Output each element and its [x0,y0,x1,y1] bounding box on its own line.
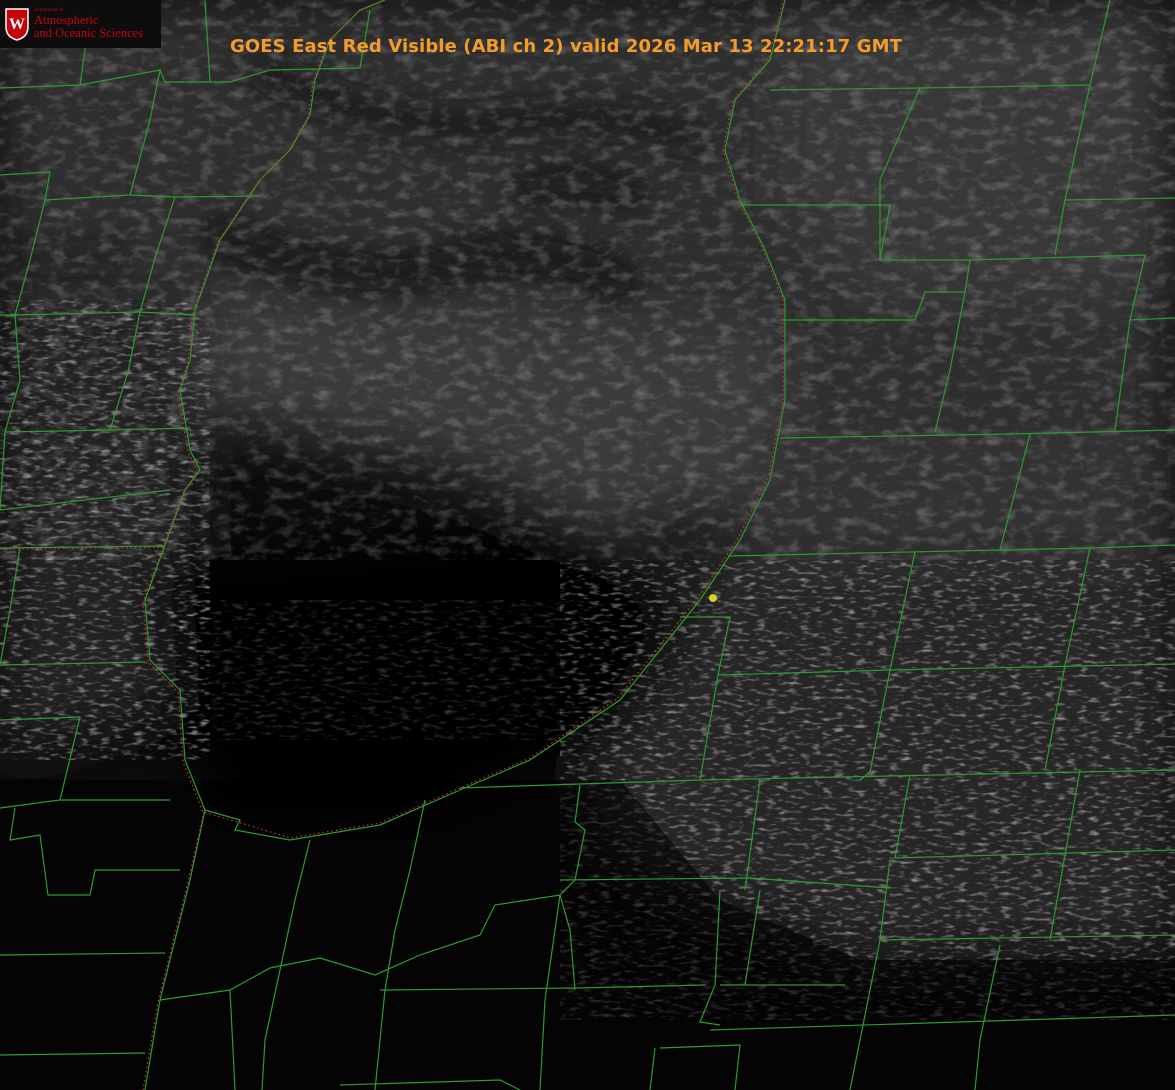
cloud-streets-west [0,300,210,760]
crest-icon: W [5,8,29,41]
department-name: Department of Atmospheric and Oceanic Sc… [34,8,143,40]
image-title: GOES East Red Visible (ABI ch 2) valid 2… [230,36,902,57]
station-marker [709,594,717,602]
satellite-image [0,0,1175,1090]
cloud-streets-lake [180,600,560,740]
department-line-2: and Oceanic Sciences [34,26,143,40]
svg-text:W: W [9,16,25,33]
university-logo: W Department of Atmospheric and Oceanic … [0,0,161,48]
